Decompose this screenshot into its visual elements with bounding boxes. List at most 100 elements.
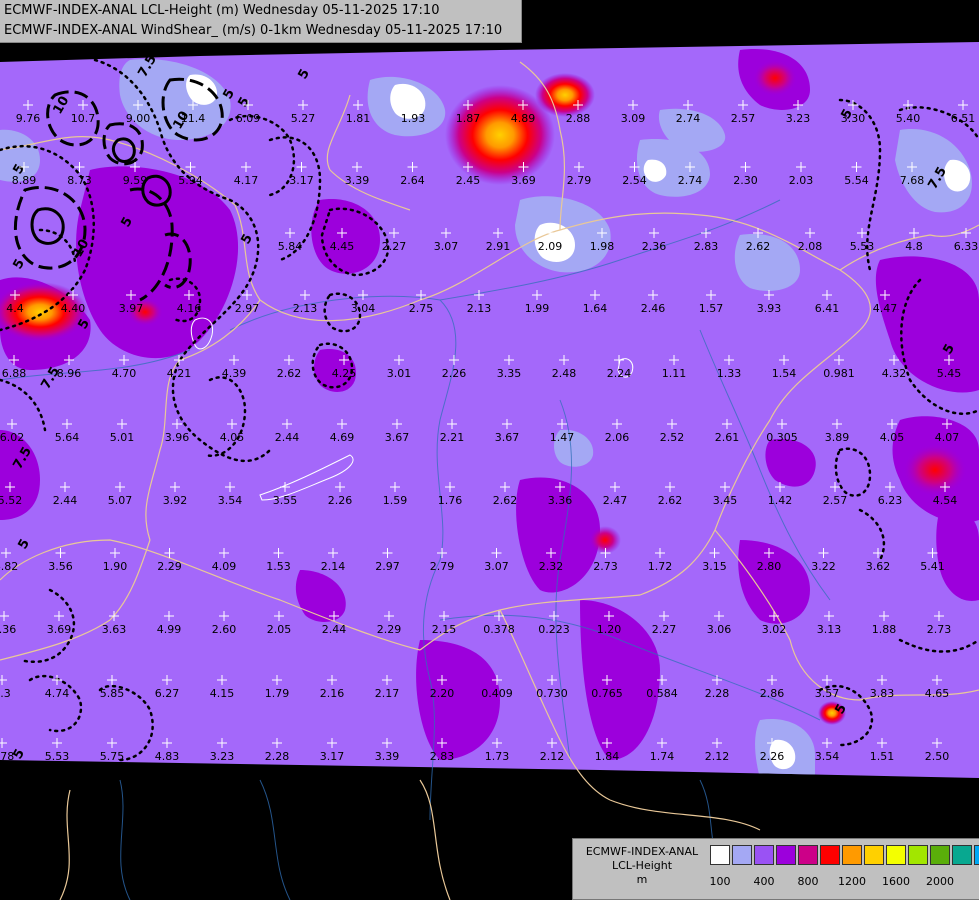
grid-value: 4.21	[167, 367, 192, 380]
grid-value: 5.75	[100, 750, 125, 763]
grid-value: 2.45	[456, 174, 481, 187]
grid-value: 2.26	[442, 367, 467, 380]
title-lcl-height: ECMWF-INDEX-ANAL LCL-Height (m) Wednesda…	[4, 3, 440, 18]
grid-value: 4.39	[222, 367, 247, 380]
grid-value: 5.52	[0, 494, 22, 507]
grid-value: 2.44	[275, 431, 300, 444]
grid-value: 1.90	[103, 560, 128, 573]
grid-value: 2.97	[235, 302, 260, 315]
grid-value: 3.15	[702, 560, 727, 573]
grid-value: 2.26	[760, 750, 785, 763]
grid-value: 1.53	[266, 560, 291, 573]
grid-value: 2.62	[277, 367, 302, 380]
grid-value: 2.74	[676, 112, 701, 125]
grid-value: 2.05	[267, 623, 292, 636]
grid-value: 4.3	[0, 687, 11, 700]
grid-value: 3.02	[762, 623, 787, 636]
grid-value: 2.83	[430, 750, 455, 763]
grid-value: 2.47	[603, 494, 628, 507]
grid-value: 6.41	[815, 302, 840, 315]
grid-value: 5.85	[100, 687, 125, 700]
legend-swatches	[710, 845, 979, 865]
legend-tick-label: 800	[797, 875, 819, 888]
grid-value: 3.92	[163, 494, 188, 507]
legend-swatch	[952, 845, 972, 865]
grid-value: 3.93	[757, 302, 782, 315]
grid-value: 4.25	[332, 367, 357, 380]
grid-value: 2.48	[552, 367, 577, 380]
legend-title: ECMWF-INDEX-ANAL LCL-Height m	[577, 845, 707, 887]
grid-value: 3.39	[375, 750, 400, 763]
legend-ticks: 100 400 800 1200 1600 2000	[710, 875, 974, 889]
grid-value: 2.29	[377, 623, 402, 636]
grid-value: 3.13	[817, 623, 842, 636]
grid-value: 3.17	[289, 174, 314, 187]
grid-value: 8.89	[12, 174, 37, 187]
grid-value: 2.03	[789, 174, 814, 187]
grid-value: 2.61	[715, 431, 740, 444]
grid-value: 1.54	[772, 367, 797, 380]
grid-value: 4.07	[935, 431, 960, 444]
grid-value: 0.378	[483, 623, 515, 636]
grid-value: 4.32	[882, 367, 907, 380]
grid-value: 0.223	[538, 623, 570, 636]
grid-value: 1.76	[438, 494, 463, 507]
grid-value: 3.78	[0, 750, 14, 763]
legend-tick-label: 1200	[838, 875, 866, 888]
legend-swatch	[754, 845, 774, 865]
grid-value: 1.74	[650, 750, 675, 763]
grid-value: 4.69	[330, 431, 355, 444]
grid-value: 0.981	[823, 367, 855, 380]
grid-value: 3.63	[102, 623, 127, 636]
grid-value: 2.91	[486, 240, 511, 253]
grid-value: 3.22	[811, 560, 836, 573]
grid-value: 1.11	[662, 367, 687, 380]
grid-value: 2.27	[382, 240, 407, 253]
grid-value: 2.73	[593, 560, 618, 573]
grid-value: 5.54	[844, 174, 869, 187]
grid-value: 3.62	[866, 560, 891, 573]
grid-value: 2.62	[658, 494, 683, 507]
grid-value: 1.88	[872, 623, 897, 636]
lcl-peak-northeast	[753, 60, 797, 96]
grid-value: 3.01	[387, 367, 412, 380]
grid-value: 2.13	[293, 302, 318, 315]
color-legend: ECMWF-INDEX-ANAL LCL-Height m 100 400 800 1…	[572, 838, 979, 900]
grid-value: 0.730	[536, 687, 568, 700]
grid-value: 3.69	[511, 174, 536, 187]
legend-swatch	[776, 845, 796, 865]
grid-value: 4.45	[330, 240, 355, 253]
grid-value: 2.54	[622, 174, 647, 187]
title-wind-shear: ECMWF-INDEX-ANAL WindShear_ (m/s) 0-1km …	[4, 23, 503, 38]
grid-value: 5.27	[291, 112, 316, 125]
grid-value: 9.76	[16, 112, 41, 125]
legend-title-field: LCL-Height	[611, 859, 673, 872]
grid-value: 2.86	[760, 687, 785, 700]
grid-value: 3.54	[815, 750, 840, 763]
grid-value: 1.72	[648, 560, 673, 573]
grid-value: 10.7	[71, 112, 96, 125]
grid-value: 2.57	[823, 494, 848, 507]
grid-value: 1.73	[485, 750, 510, 763]
grid-value: 3.69	[47, 623, 72, 636]
grid-value: 2.12	[540, 750, 565, 763]
grid-value: 2.36	[642, 240, 667, 253]
legend-swatch	[974, 845, 979, 865]
grid-value: 4.65	[925, 687, 950, 700]
grid-value: 1.93	[401, 112, 426, 125]
legend-swatch	[798, 845, 818, 865]
grid-value: 3.09	[621, 112, 646, 125]
grid-value: 2.29	[157, 560, 182, 573]
grid-value: 6.33	[954, 240, 979, 253]
legend-title-unit: m	[636, 873, 648, 886]
map-canvas[interactable]: 7.5105510557.510557.55557.55555 9.76 10.7…	[0, 0, 979, 900]
grid-value: 4.09	[212, 560, 237, 573]
grid-value: 0.409	[481, 687, 513, 700]
grid-value: 4.17	[234, 174, 259, 187]
grid-value: 2.44	[53, 494, 78, 507]
grid-value: 2.88	[566, 112, 591, 125]
grid-value: 6.51	[951, 112, 976, 125]
grid-value: 4.47	[873, 302, 898, 315]
grid-value: 6.02	[0, 431, 24, 444]
grid-value: 2.75	[409, 302, 434, 315]
